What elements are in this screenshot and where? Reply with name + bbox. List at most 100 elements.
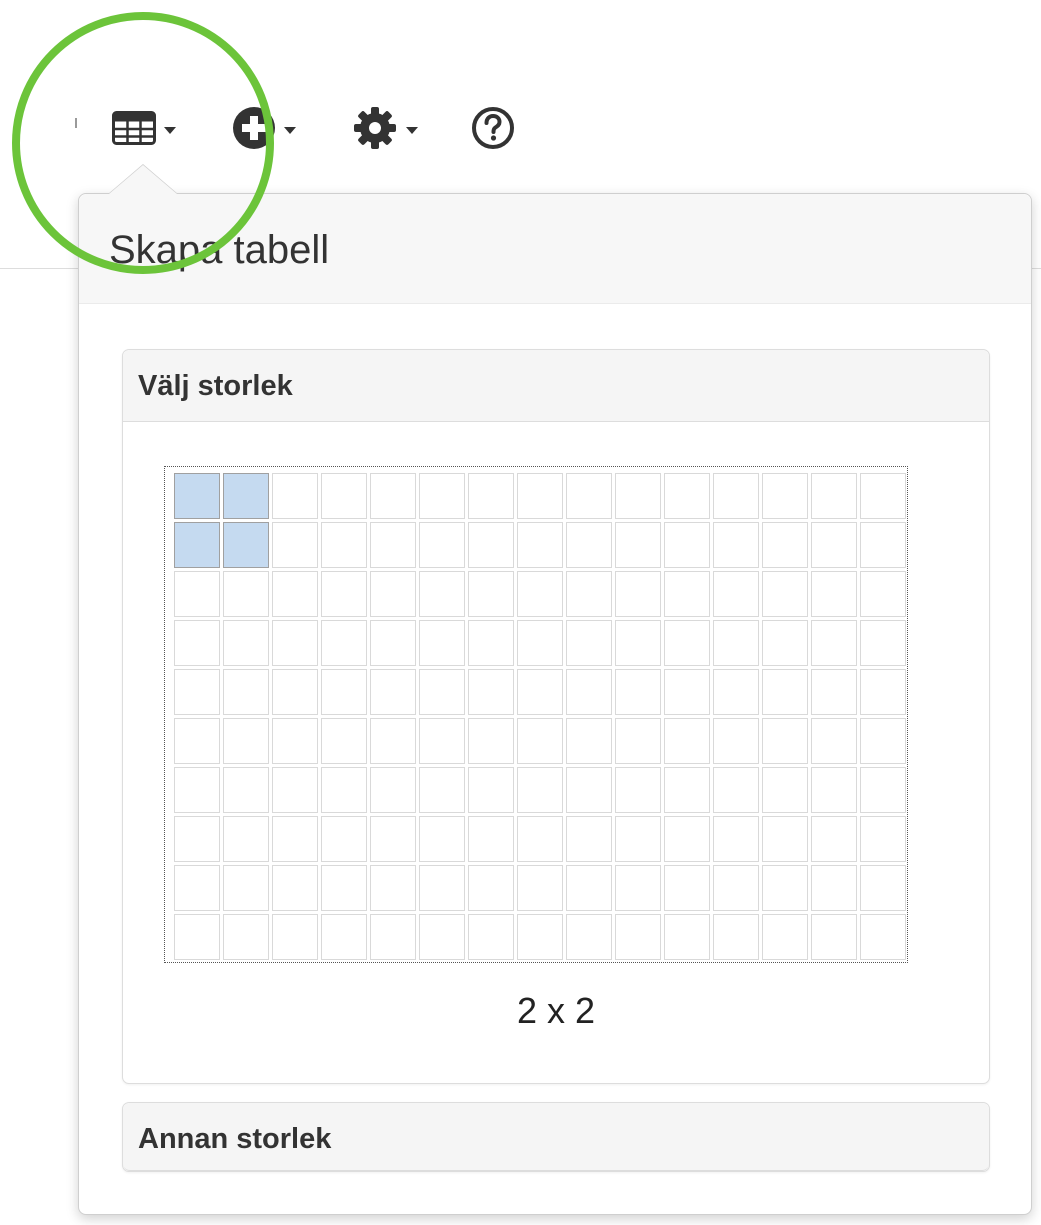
grid-cell[interactable] [468,865,514,911]
grid-cell[interactable] [762,571,808,617]
grid-cell[interactable] [811,571,857,617]
grid-cell[interactable] [370,816,416,862]
grid-cell[interactable] [566,767,612,813]
grid-cell[interactable] [419,522,465,568]
grid-cell[interactable] [615,620,661,666]
grid-cell[interactable] [419,473,465,519]
grid-cell[interactable] [664,571,710,617]
grid-cell[interactable] [811,718,857,764]
grid-cell[interactable] [370,522,416,568]
grid-cell[interactable] [223,620,269,666]
grid-cell[interactable] [517,718,563,764]
grid-cell[interactable] [468,620,514,666]
grid-cell[interactable] [860,669,906,715]
grid-cell[interactable] [566,914,612,960]
grid-cell[interactable] [664,914,710,960]
grid-cell[interactable] [713,522,759,568]
grid-cell[interactable] [664,473,710,519]
table-size-grid[interactable] [174,473,906,960]
grid-cell[interactable] [762,620,808,666]
grid-cell[interactable] [223,522,269,568]
grid-cell[interactable] [517,522,563,568]
grid-cell[interactable] [566,865,612,911]
grid-cell[interactable] [272,571,318,617]
grid-cell[interactable] [272,718,318,764]
grid-cell[interactable] [419,620,465,666]
grid-cell[interactable] [174,718,220,764]
grid-cell[interactable] [272,767,318,813]
table-dropdown-button[interactable] [112,100,176,160]
grid-cell[interactable] [468,571,514,617]
grid-cell[interactable] [321,718,367,764]
grid-cell[interactable] [321,620,367,666]
grid-cell[interactable] [370,571,416,617]
grid-cell[interactable] [615,865,661,911]
grid-cell[interactable] [517,865,563,911]
grid-cell[interactable] [370,718,416,764]
grid-cell[interactable] [713,473,759,519]
grid-cell[interactable] [860,718,906,764]
grid-cell[interactable] [272,620,318,666]
grid-cell[interactable] [174,767,220,813]
grid-cell[interactable] [223,914,269,960]
grid-cell[interactable] [664,620,710,666]
grid-cell[interactable] [713,816,759,862]
grid-cell[interactable] [321,522,367,568]
other-size-panel-heading[interactable]: Annan storlek [123,1103,989,1171]
grid-cell[interactable] [762,816,808,862]
grid-cell[interactable] [566,669,612,715]
grid-cell[interactable] [174,914,220,960]
grid-cell[interactable] [174,571,220,617]
grid-cell[interactable] [174,620,220,666]
grid-cell[interactable] [517,571,563,617]
settings-dropdown-button[interactable] [352,100,418,160]
grid-cell[interactable] [860,816,906,862]
grid-cell[interactable] [713,669,759,715]
grid-cell[interactable] [468,669,514,715]
grid-cell[interactable] [664,767,710,813]
grid-cell[interactable] [713,718,759,764]
grid-cell[interactable] [419,669,465,715]
grid-cell[interactable] [762,718,808,764]
grid-cell[interactable] [468,718,514,764]
grid-cell[interactable] [223,865,269,911]
grid-cell[interactable] [272,914,318,960]
grid-cell[interactable] [762,522,808,568]
grid-cell[interactable] [223,767,269,813]
grid-cell[interactable] [370,669,416,715]
grid-cell[interactable] [713,620,759,666]
grid-cell[interactable] [615,522,661,568]
grid-cell[interactable] [321,669,367,715]
grid-cell[interactable] [174,669,220,715]
grid-cell[interactable] [321,914,367,960]
grid-cell[interactable] [566,522,612,568]
grid-cell[interactable] [321,767,367,813]
grid-cell[interactable] [272,865,318,911]
grid-cell[interactable] [517,620,563,666]
grid-cell[interactable] [713,767,759,813]
grid-cell[interactable] [762,767,808,813]
grid-cell[interactable] [762,473,808,519]
grid-cell[interactable] [860,767,906,813]
grid-cell[interactable] [468,816,514,862]
grid-cell[interactable] [860,914,906,960]
grid-cell[interactable] [860,473,906,519]
grid-cell[interactable] [615,571,661,617]
grid-cell[interactable] [468,522,514,568]
grid-cell[interactable] [860,522,906,568]
grid-cell[interactable] [664,718,710,764]
grid-cell[interactable] [272,473,318,519]
grid-cell[interactable] [762,865,808,911]
grid-cell[interactable] [419,767,465,813]
grid-cell[interactable] [174,522,220,568]
grid-cell[interactable] [223,816,269,862]
grid-cell[interactable] [566,571,612,617]
grid-cell[interactable] [468,914,514,960]
grid-cell[interactable] [811,522,857,568]
grid-cell[interactable] [419,718,465,764]
grid-cell[interactable] [811,669,857,715]
grid-cell[interactable] [762,914,808,960]
grid-cell[interactable] [566,620,612,666]
grid-cell[interactable] [370,767,416,813]
grid-cell[interactable] [272,816,318,862]
